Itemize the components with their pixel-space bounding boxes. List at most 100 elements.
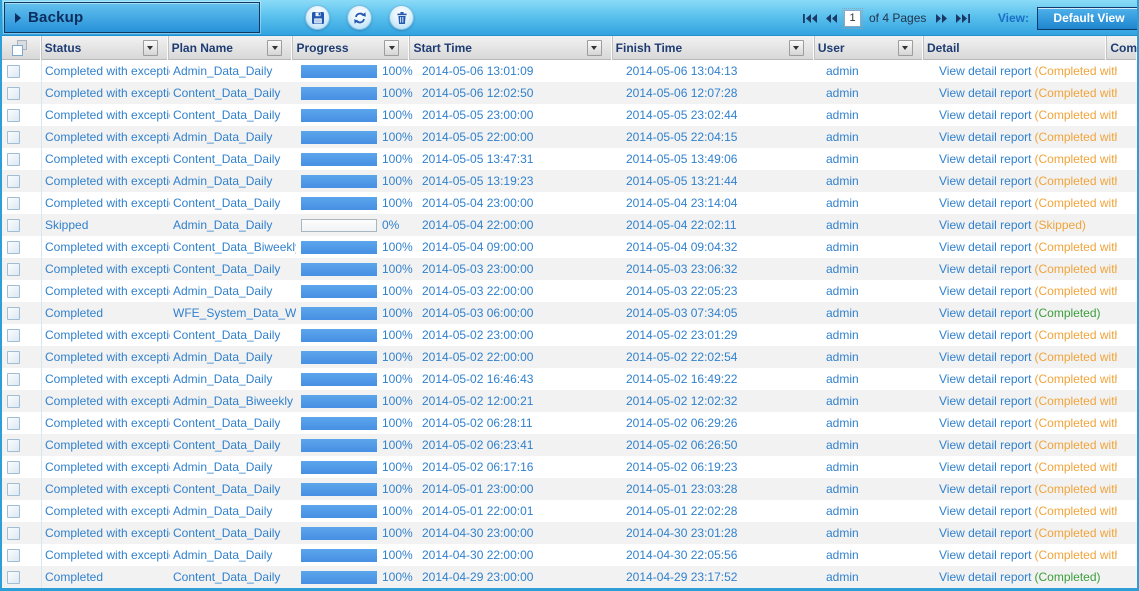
view-dropdown[interactable]: Default View: [1037, 6, 1137, 30]
row-checkbox-cell: [2, 478, 42, 500]
view-detail-report-link[interactable]: View detail report: [939, 108, 1032, 122]
plan-name-cell: Content_Data_Daily: [173, 570, 281, 584]
view-detail-report-link[interactable]: View detail report: [939, 262, 1032, 276]
progress-percent-label: 100%: [382, 416, 413, 430]
row-checkbox[interactable]: [7, 350, 20, 364]
row-checkbox[interactable]: [7, 482, 20, 496]
view-detail-report-link[interactable]: View detail report: [939, 504, 1032, 518]
column-filter-button[interactable]: [267, 40, 283, 56]
row-checkbox[interactable]: [7, 262, 20, 276]
view-detail-report-link[interactable]: View detail report: [939, 174, 1032, 188]
status-cell: Completed with exception: [45, 482, 170, 496]
column-filter-button[interactable]: [897, 40, 913, 56]
view-detail-report-link[interactable]: View detail report: [939, 570, 1032, 584]
row-checkbox[interactable]: [7, 108, 20, 122]
view-detail-report-link[interactable]: View detail report: [939, 460, 1032, 474]
previous-page-button[interactable]: [824, 13, 839, 23]
progress-cell: 100%: [296, 126, 414, 148]
row-checkbox[interactable]: [7, 548, 20, 562]
view-detail-report-link[interactable]: View detail report: [939, 130, 1032, 144]
row-checkbox[interactable]: [7, 86, 20, 100]
finish-time-cell: 2014-05-02 06:19:23: [626, 460, 738, 474]
user-cell: admin: [826, 328, 859, 342]
view-detail-report-link[interactable]: View detail report: [939, 240, 1032, 254]
view-detail-report-link[interactable]: View detail report: [939, 64, 1032, 78]
progress-bar-track: [301, 416, 377, 430]
refresh-icon: [353, 11, 366, 24]
progress-bar-track: [301, 108, 377, 122]
row-checkbox[interactable]: [7, 306, 20, 320]
view-detail-report-link[interactable]: View detail report: [939, 152, 1032, 166]
comment-cell: [1117, 544, 1137, 566]
finish-time-cell: 2014-04-30 23:01:28: [626, 526, 738, 540]
view-detail-report-link[interactable]: View detail report: [939, 350, 1032, 364]
column-filter-button[interactable]: [384, 40, 400, 56]
row-checkbox[interactable]: [7, 394, 20, 408]
plan-name-cell: Content_Data_Daily: [173, 196, 281, 210]
last-page-button[interactable]: [954, 13, 971, 23]
view-detail-report-link[interactable]: View detail report: [939, 196, 1032, 210]
view-detail-report-link[interactable]: View detail report: [939, 482, 1032, 496]
row-checkbox[interactable]: [7, 196, 20, 210]
view-detail-report-link[interactable]: View detail report: [939, 416, 1032, 430]
row-checkbox[interactable]: [7, 218, 20, 232]
view-detail-report-link[interactable]: View detail report: [939, 284, 1032, 298]
row-checkbox-cell: [2, 456, 42, 478]
finish-time-cell: 2014-05-02 06:29:26: [626, 416, 738, 430]
next-page-button[interactable]: [934, 13, 949, 23]
view-detail-report-link[interactable]: View detail report: [939, 394, 1032, 408]
row-checkbox-cell: [2, 522, 42, 544]
row-checkbox[interactable]: [7, 152, 20, 166]
view-detail-report-link[interactable]: View detail report: [939, 218, 1032, 232]
row-checkbox[interactable]: [7, 240, 20, 254]
user-cell: admin: [826, 482, 859, 496]
progress-bar-fill: [301, 240, 377, 254]
user-cell: admin: [826, 372, 859, 386]
table-row: Completed Content_Data_Daily 100% 2014-0…: [2, 566, 1137, 588]
row-checkbox[interactable]: [7, 372, 20, 386]
status-cell: Completed with exception: [45, 394, 170, 408]
row-checkbox[interactable]: [7, 64, 20, 78]
save-button[interactable]: [305, 5, 330, 30]
plan-name-cell: Admin_Data_Daily: [173, 350, 273, 364]
table-row: Completed with exception Content_Data_Da…: [2, 192, 1137, 214]
status-cell: Completed with exception: [45, 526, 170, 540]
finish-time-cell: 2014-05-05 23:02:44: [626, 108, 738, 122]
progress-percent-label: 0%: [382, 218, 400, 232]
detail-status-label: (Completed with ...: [1034, 350, 1118, 364]
user-cell: admin: [826, 86, 859, 100]
progress-bar-track: [301, 548, 377, 562]
row-checkbox[interactable]: [7, 504, 20, 518]
page-number-input[interactable]: [842, 7, 863, 29]
view-detail-report-link[interactable]: View detail report: [939, 328, 1032, 342]
backup-title-tab[interactable]: Backup: [4, 2, 260, 33]
row-checkbox[interactable]: [7, 526, 20, 540]
view-detail-report-link[interactable]: View detail report: [939, 372, 1032, 386]
row-checkbox[interactable]: [7, 438, 20, 452]
row-checkbox[interactable]: [7, 284, 20, 298]
row-checkbox[interactable]: [7, 328, 20, 342]
row-checkbox[interactable]: [7, 174, 20, 188]
row-checkbox[interactable]: [7, 570, 20, 584]
view-detail-report-link[interactable]: View detail report: [939, 526, 1032, 540]
next-page-icon: [936, 13, 948, 23]
select-all-icon[interactable]: [11, 39, 31, 57]
row-checkbox[interactable]: [7, 130, 20, 144]
row-checkbox[interactable]: [7, 460, 20, 474]
column-filter-button[interactable]: [142, 40, 158, 56]
comment-cell: [1117, 258, 1137, 280]
view-detail-report-link[interactable]: View detail report: [939, 548, 1032, 562]
row-checkbox[interactable]: [7, 416, 20, 430]
first-page-button[interactable]: [802, 13, 819, 23]
progress-bar-fill: [301, 416, 377, 430]
view-detail-report-link[interactable]: View detail report: [939, 306, 1032, 320]
delete-button[interactable]: [389, 5, 414, 30]
view-detail-report-link[interactable]: View detail report: [939, 86, 1032, 100]
finish-time-cell: 2014-05-05 22:04:15: [626, 130, 738, 144]
refresh-button[interactable]: [347, 5, 372, 30]
detail-cell: View detail report (Completed with ...: [932, 324, 1117, 346]
view-detail-report-link[interactable]: View detail report: [939, 438, 1032, 452]
column-filter-button[interactable]: [788, 40, 804, 56]
column-filter-button[interactable]: [586, 40, 602, 56]
toolbar: [305, 5, 414, 30]
